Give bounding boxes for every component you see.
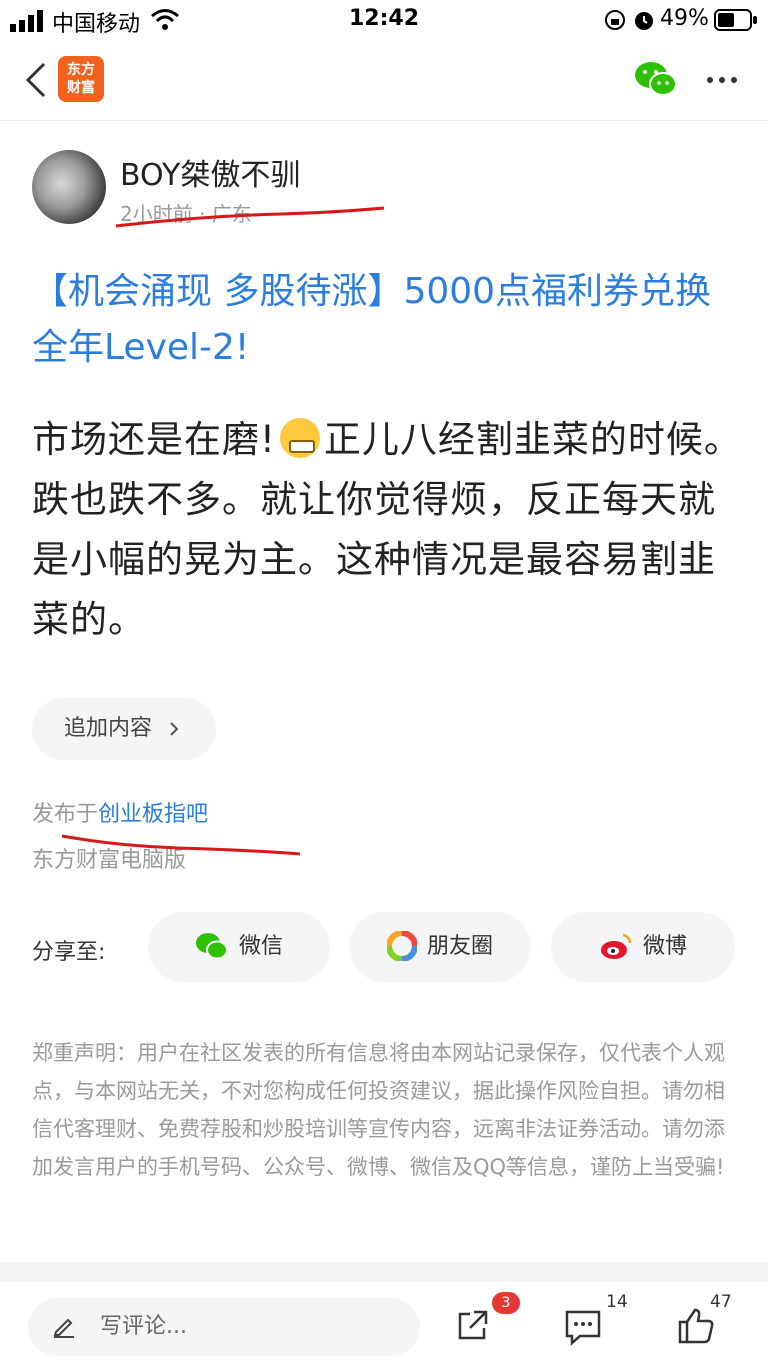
- published-line: 发布于创业板指吧: [32, 796, 208, 828]
- battery-percent: 49%: [660, 6, 709, 31]
- board-link[interactable]: 创业板指吧: [98, 802, 208, 827]
- grin-emoji-icon: [279, 418, 320, 458]
- pencil-icon: [53, 1318, 74, 1338]
- comment-icon[interactable]: [564, 1308, 602, 1346]
- append-content-button[interactable]: 追加内容: [32, 698, 216, 760]
- comment-placeholder: 写评论...: [100, 1314, 187, 1339]
- share-weibo-button[interactable]: 微博: [551, 912, 735, 982]
- comment-count: 14: [606, 1292, 628, 1312]
- disclaimer: 郑重声明：用户在社区发表的所有信息将由本网站记录保存，仅代表个人观点，与本网站无…: [32, 1041, 725, 1179]
- post-body: 市场还是在磨! 正儿八经割韭菜的时候。跌也跌不多。就让你觉得烦，反正每天就是小幅的…: [32, 410, 742, 650]
- status-bar: 中国移动 12:42 49%: [0, 0, 768, 40]
- published-prefix: 发布于: [32, 802, 99, 827]
- annotation-underline: [61, 834, 301, 856]
- share-out-icon[interactable]: [454, 1308, 490, 1344]
- moments-icon: [385, 930, 418, 962]
- divider: [0, 1262, 768, 1282]
- alarm-icon: [635, 12, 653, 30]
- author-name[interactable]: BOY桀傲不驯: [120, 150, 300, 194]
- like-count: 47: [710, 1292, 732, 1312]
- nav-bar: 东方 财富: [0, 40, 768, 121]
- wechat-icon[interactable]: [634, 60, 678, 98]
- battery-icon: [714, 9, 757, 31]
- weibo-icon: [600, 933, 632, 959]
- post-title[interactable]: 【机会涌现 多股待涨】5000点福利券兑换全年Level-2!: [32, 264, 742, 376]
- like-icon[interactable]: [676, 1306, 716, 1346]
- more-icon[interactable]: [706, 76, 738, 84]
- share-count-badge: 3: [492, 1292, 520, 1314]
- share-wechat-button[interactable]: 微信: [148, 912, 330, 982]
- append-content-label: 追加内容: [64, 716, 153, 741]
- app-logo[interactable]: 东方 财富: [58, 56, 104, 102]
- back-icon[interactable]: [24, 62, 48, 98]
- comment-input[interactable]: 写评论...: [28, 1298, 420, 1356]
- lock-rotation-icon: [605, 10, 625, 30]
- avatar[interactable]: [32, 150, 106, 224]
- wechat-icon: [195, 933, 228, 960]
- annotation-underline: [115, 206, 385, 228]
- share-moments-button[interactable]: 朋友圈: [349, 912, 531, 982]
- post-body-part1: 市场还是在磨!: [32, 418, 276, 461]
- share-label: 分享至:: [32, 940, 106, 965]
- chevron-right-icon: [170, 722, 179, 736]
